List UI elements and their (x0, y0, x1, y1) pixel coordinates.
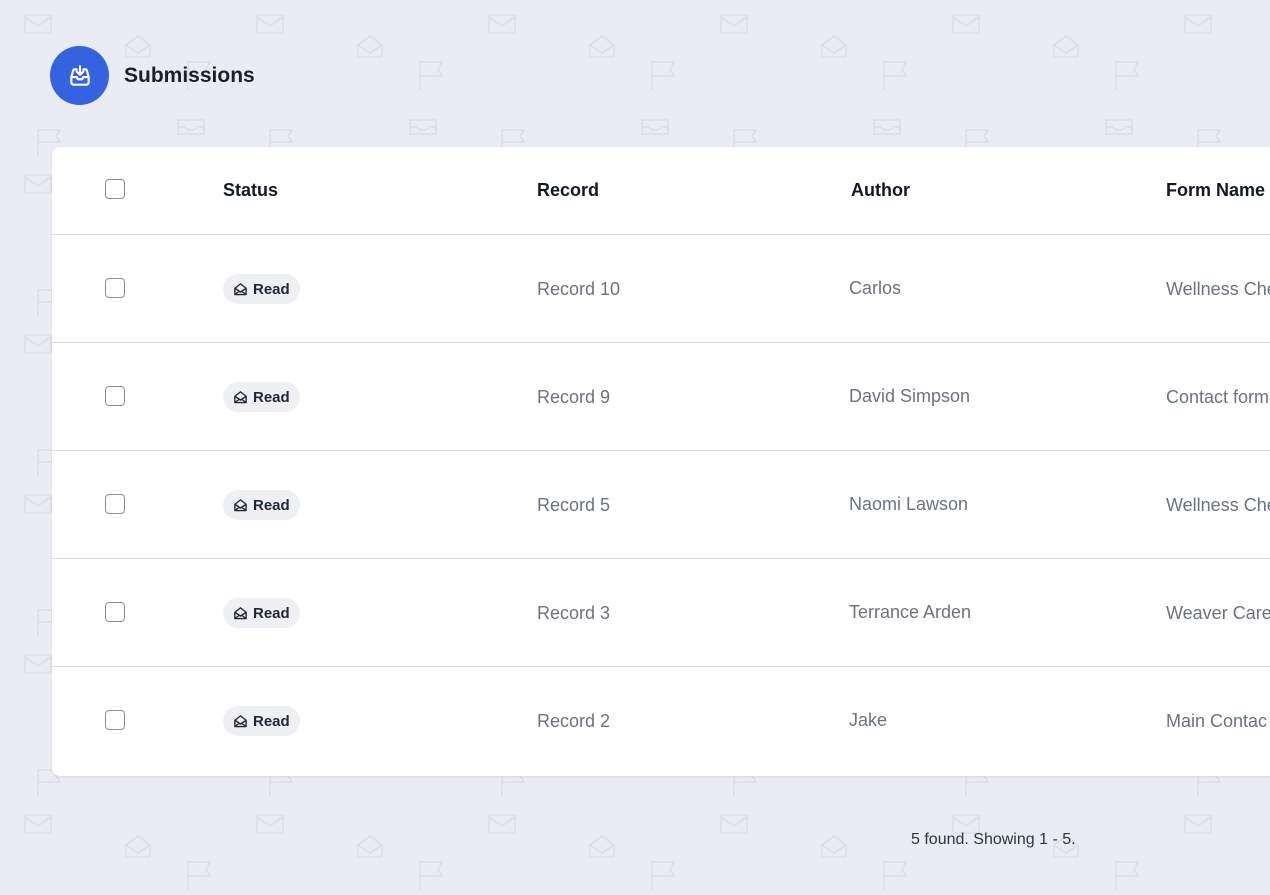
table-row[interactable]: Read Record 10 Carlos Wellness Che (52, 235, 1270, 343)
record-cell[interactable]: Record 9 (537, 387, 610, 408)
row-checkbox[interactable] (105, 386, 125, 406)
form-name-cell: Weaver Care (1166, 603, 1270, 623)
status-badge: Read (223, 382, 300, 412)
table-row[interactable]: Read Record 2 Jake Main Contac (52, 667, 1270, 775)
table-header: Status Record Author Form Name (52, 147, 1270, 235)
record-cell[interactable]: Record 5 (537, 495, 610, 516)
page-header: Submissions (50, 46, 255, 105)
table-row[interactable]: Read Record 3 Terrance Arden Weaver Care (52, 559, 1270, 667)
status-badge: Read (223, 274, 300, 304)
author-cell: Carlos (849, 278, 902, 298)
status-label: Read (253, 496, 290, 514)
record-cell[interactable]: Record 10 (537, 279, 620, 300)
form-name-cell: Wellness Che (1166, 279, 1270, 299)
table-row[interactable]: Read Record 9 David Simpson Contact form (52, 343, 1270, 451)
envelope-open-icon (234, 606, 247, 619)
status-label: Read (253, 712, 290, 730)
record-cell[interactable]: Record 2 (537, 711, 610, 732)
envelope-open-icon (234, 282, 247, 295)
form-name-cell: Contact form (1166, 387, 1270, 407)
form-name-cell: Main Contac (1166, 711, 1268, 731)
author-cell: Jake (849, 710, 888, 730)
page-title: Submissions (124, 63, 255, 87)
row-checkbox[interactable] (105, 278, 125, 298)
select-all-checkbox[interactable] (105, 179, 125, 199)
status-label: Read (253, 280, 290, 298)
inbox-download-icon (50, 46, 109, 105)
status-badge: Read (223, 706, 300, 736)
status-label: Read (253, 604, 290, 622)
row-checkbox[interactable] (105, 602, 125, 622)
status-badge: Read (223, 598, 300, 628)
envelope-open-icon (234, 390, 247, 403)
table-row[interactable]: Read Record 5 Naomi Lawson Wellness Che (52, 451, 1270, 559)
form-name-cell: Wellness Che (1166, 495, 1270, 515)
author-cell: Terrance Arden (849, 602, 972, 622)
status-label: Read (253, 388, 290, 406)
column-header-record[interactable]: Record (537, 180, 599, 201)
status-badge: Read (223, 490, 300, 520)
column-header-author[interactable]: Author (851, 180, 910, 201)
author-cell: Naomi Lawson (849, 494, 969, 514)
envelope-open-icon (234, 714, 247, 727)
row-checkbox[interactable] (105, 494, 125, 514)
row-checkbox[interactable] (105, 710, 125, 730)
envelope-open-icon (234, 498, 247, 511)
submissions-table: Status Record Author Form Name Read Reco… (52, 147, 1270, 776)
column-header-status[interactable]: Status (223, 180, 278, 201)
author-cell: David Simpson (849, 386, 971, 406)
record-cell[interactable]: Record 3 (537, 603, 610, 624)
column-header-form-name[interactable]: Form Name (1166, 180, 1265, 201)
results-summary: 5 found. Showing 1 - 5. (911, 831, 1076, 848)
